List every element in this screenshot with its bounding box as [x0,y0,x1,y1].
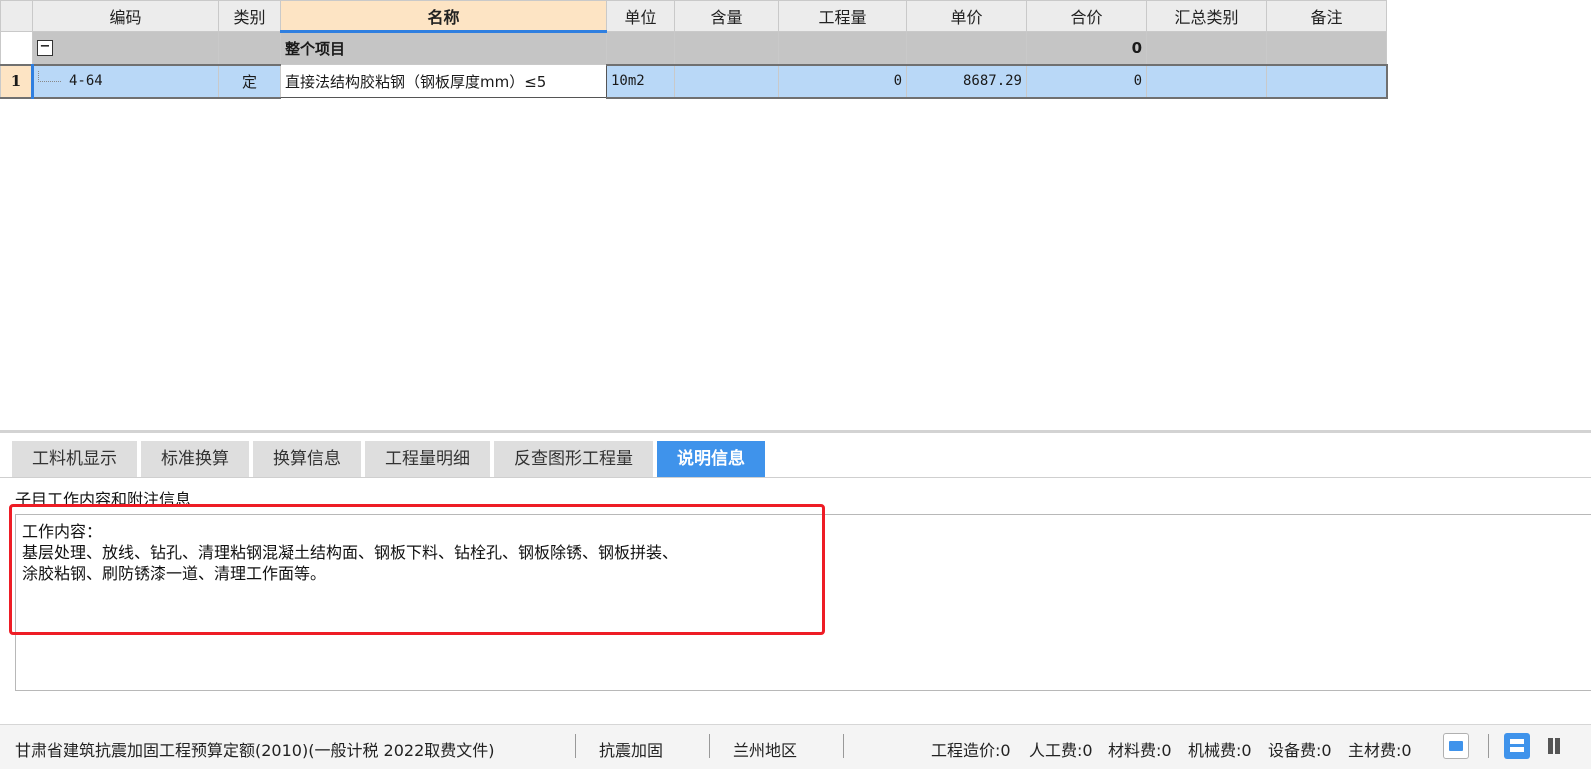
group-quantity-cell [778,31,907,65]
table-row[interactable]: 1 4-64 定 直接法结构胶粘钢（钢板厚度mm）≤5 10m2 0 8687.… [0,63,1388,99]
status-machine-cost: 机械费:0 [1188,741,1252,760]
group-row[interactable]: − 整个项目 0 [0,31,1387,65]
status-divider [1488,734,1489,758]
header-summary-type[interactable]: 汇总类别 [1146,0,1267,32]
tree-connector [38,71,61,82]
row-type-cell[interactable]: 定 [218,63,281,99]
group-content-cell [674,31,779,65]
row-code: 4-64 [69,73,103,89]
tab-underline [0,477,1591,478]
header-corner[interactable] [0,0,33,32]
header-content[interactable]: 含量 [674,0,779,32]
header-quantity[interactable]: 工程量 [778,0,907,32]
header-remark[interactable]: 备注 [1266,0,1387,32]
row-content-cell[interactable] [674,63,779,99]
detail-tabs: 工料机显示 标准换算 换算信息 工程量明细 反查图形工程量 说明信息 [12,441,765,477]
description-line: 工作内容： [22,522,103,541]
grid-header-row: 编码 类别 名称 单位 含量 工程量 单价 合价 汇总类别 备注 [0,0,1387,33]
collapse-icon[interactable]: − [37,40,53,57]
group-type-cell [218,31,281,65]
status-divider [843,734,844,758]
group-summary-cell [1146,31,1267,65]
status-quota[interactable]: 甘肃省建筑抗震加固工程预算定额(2010)(一般计税 2022取费文件) [15,737,495,761]
split-rows-layout-icon[interactable] [1504,733,1530,759]
row-remark-cell[interactable] [1266,63,1388,99]
header-unit[interactable]: 单位 [606,0,675,32]
group-toggle-cell[interactable]: − [32,31,219,65]
row-number[interactable]: 1 [0,63,33,99]
pane-splitter[interactable] [0,430,1591,433]
tab-description-info[interactable]: 说明信息 [657,441,765,477]
status-divider [575,734,576,758]
tab-labor-material-machine[interactable]: 工料机显示 [12,441,137,477]
group-name-cell[interactable]: 整个项目 [280,31,607,65]
header-code[interactable]: 编码 [32,0,219,32]
budget-grid: 编码 类别 名称 单位 含量 工程量 单价 合价 汇总类别 备注 − 整个项目 … [0,0,1388,99]
group-unit-price-cell [906,31,1027,65]
row-unit-cell[interactable]: 10m2 [606,63,675,99]
description-line: 涂胶粘钢、刷防锈漆一道、清理工作面等。 [22,564,327,583]
row-name-cell[interactable]: 直接法结构胶粘钢（钢板厚度mm）≤5 [280,64,607,98]
header-total-price[interactable]: 合价 [1026,0,1147,32]
single-pane-layout-icon[interactable] [1443,733,1469,759]
row-quantity-cell[interactable]: 0 [778,63,907,99]
group-remark-cell [1266,31,1387,65]
row-unit-price-cell[interactable]: 8687.29 [906,63,1027,99]
status-material-cost: 材料费:0 [1108,741,1172,760]
group-rownum [0,31,33,65]
split-columns-layout-icon[interactable] [1548,733,1562,759]
tab-quantity-detail[interactable]: 工程量明细 [365,441,490,477]
header-name[interactable]: 名称 [280,0,607,33]
status-equipment-cost: 设备费:0 [1268,741,1332,760]
status-main-material-cost: 主材费:0 [1348,741,1412,760]
row-summary-type-cell[interactable] [1146,63,1267,99]
status-divider [709,734,710,758]
description-line: 基层处理、放线、钻孔、清理粘钢混凝土结构面、钢板下料、钻栓孔、钢板除锈、钢板拼装… [22,543,679,562]
tab-graphic-quantity-lookup[interactable]: 反查图形工程量 [494,441,653,477]
status-category[interactable]: 抗震加固 [599,737,663,761]
header-unit-price[interactable]: 单价 [906,0,1027,32]
group-unit-cell [606,31,675,65]
tab-conversion-info[interactable]: 换算信息 [253,441,361,477]
status-project-cost: 工程造价:0 [931,741,1011,760]
row-code-cell[interactable]: 4-64 [31,63,219,99]
tab-standard-conversion[interactable]: 标准换算 [141,441,249,477]
description-text: 工作内容： 基层处理、放线、钻孔、清理粘钢混凝土结构面、钢板下料、钻栓孔、钢板除… [22,521,678,584]
header-type[interactable]: 类别 [218,0,281,32]
section-label: 子目工作内容和附注信息 [15,490,192,509]
status-labor-cost: 人工费:0 [1029,741,1093,760]
status-bar: 甘肃省建筑抗震加固工程预算定额(2010)(一般计税 2022取费文件) 抗震加… [0,724,1591,769]
status-region[interactable]: 兰州地区 [733,737,797,761]
row-total-price-cell[interactable]: 0 [1026,63,1147,99]
group-total-cell: 0 [1026,31,1147,65]
